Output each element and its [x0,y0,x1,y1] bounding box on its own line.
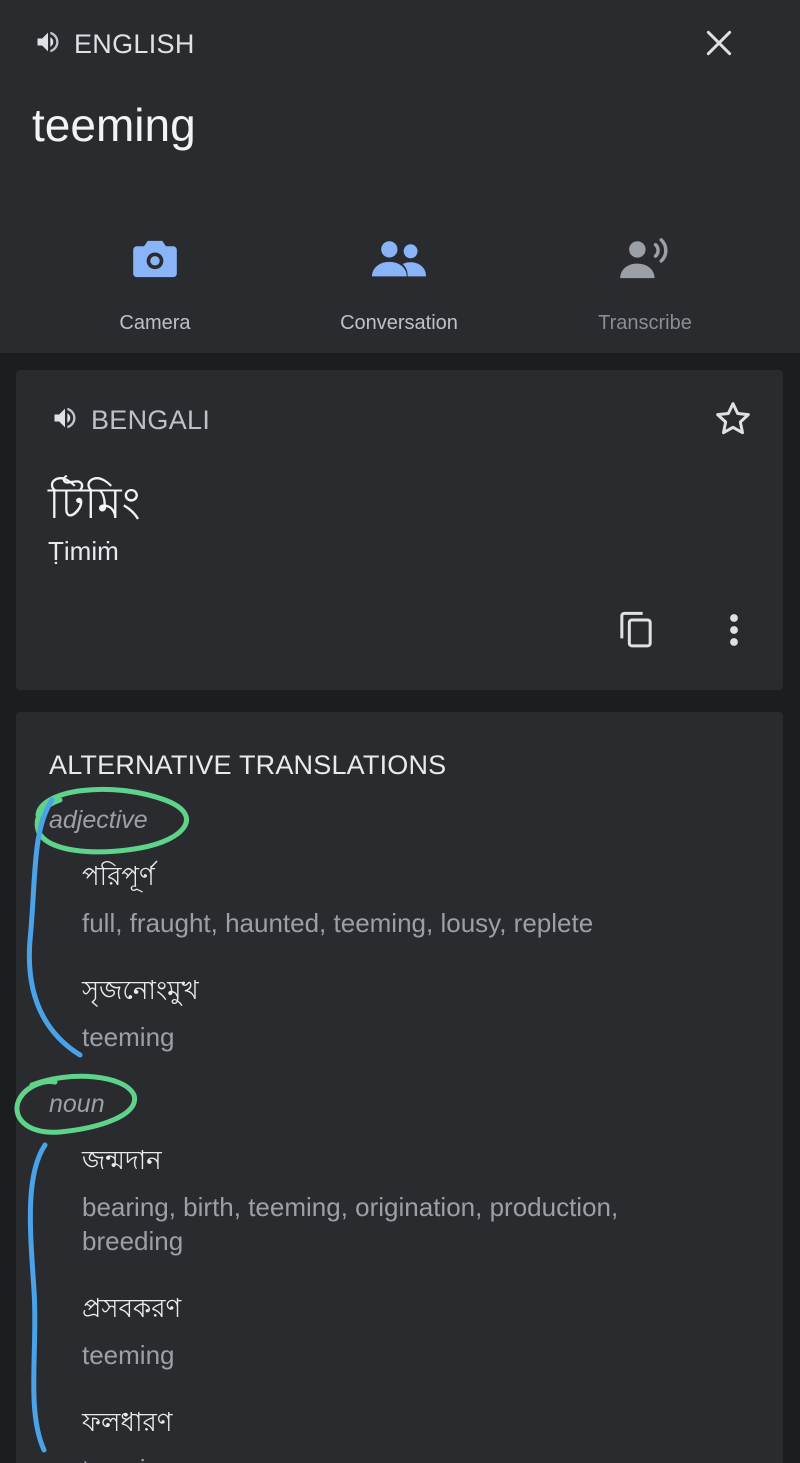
more-vert-icon[interactable] [728,612,740,653]
star-icon[interactable] [713,399,753,444]
transcribe-icon [545,228,745,290]
camera-mode-button[interactable]: Camera [55,228,255,335]
transliteration-text: Ṭimiṁ [48,536,119,566]
close-button[interactable] [698,24,740,66]
conversation-mode-label: Conversation [340,312,458,334]
alternative-gloss: teeming [82,1452,722,1463]
copy-icon[interactable] [616,610,656,655]
source-language-button[interactable]: ENGLISH [32,28,195,61]
transcribe-mode-button[interactable]: Transcribe [545,228,745,335]
target-language-button[interactable]: BENGALI [49,404,210,437]
alternative-word[interactable]: প্রসবকরণ [82,1288,181,1332]
save-star-button[interactable] [710,398,756,444]
alternative-gloss: teeming [82,1022,175,1052]
conversation-mode-button[interactable]: Conversation [299,228,499,335]
transcribe-mode-label: Transcribe [598,312,692,334]
alternative-gloss: teeming [82,1340,175,1370]
alternative-translations-card: ALTERNATIVE TRANSLATIONS adjective পরিপূ… [16,712,783,1463]
alternative-word[interactable]: সৃজনোংমুখ [82,970,199,1014]
target-language-label: BENGALI [91,405,211,435]
camera-icon [55,228,255,290]
more-options-button[interactable] [712,608,756,656]
translate-screen: ENGLISH teeming Camera Conversation Tran… [0,0,800,1463]
translated-text[interactable]: টিমিং [48,470,141,543]
alternative-gloss: bearing, birth, teeming, origination, pr… [82,1192,619,1256]
alternatives-heading: ALTERNATIVE TRANSLATIONS [49,750,447,780]
alternative-word[interactable]: ফলধারণ [82,1402,173,1446]
copy-button[interactable] [612,608,660,656]
translation-card: BENGALI টিমিং Ṭimiṁ [16,370,783,690]
camera-mode-label: Camera [119,312,191,334]
source-text[interactable]: teeming [32,98,196,152]
close-icon[interactable] [703,27,735,64]
part-of-speech-label: adjective [49,806,148,834]
alternative-word[interactable]: জন্মদান [82,1140,162,1184]
source-language-label: ENGLISH [74,29,195,59]
source-panel: ENGLISH teeming Camera Conversation Tran… [0,0,800,353]
speaker-icon[interactable] [32,28,64,61]
speaker-icon[interactable] [49,404,81,437]
alternative-gloss: full, fraught, haunted, teeming, lousy, … [82,908,594,938]
part-of-speech-label: noun [49,1090,105,1118]
input-modes: Camera Conversation Transcribe [0,228,800,338]
alternative-word[interactable]: পরিপূর্ণ [82,856,155,900]
people-icon [299,228,499,290]
